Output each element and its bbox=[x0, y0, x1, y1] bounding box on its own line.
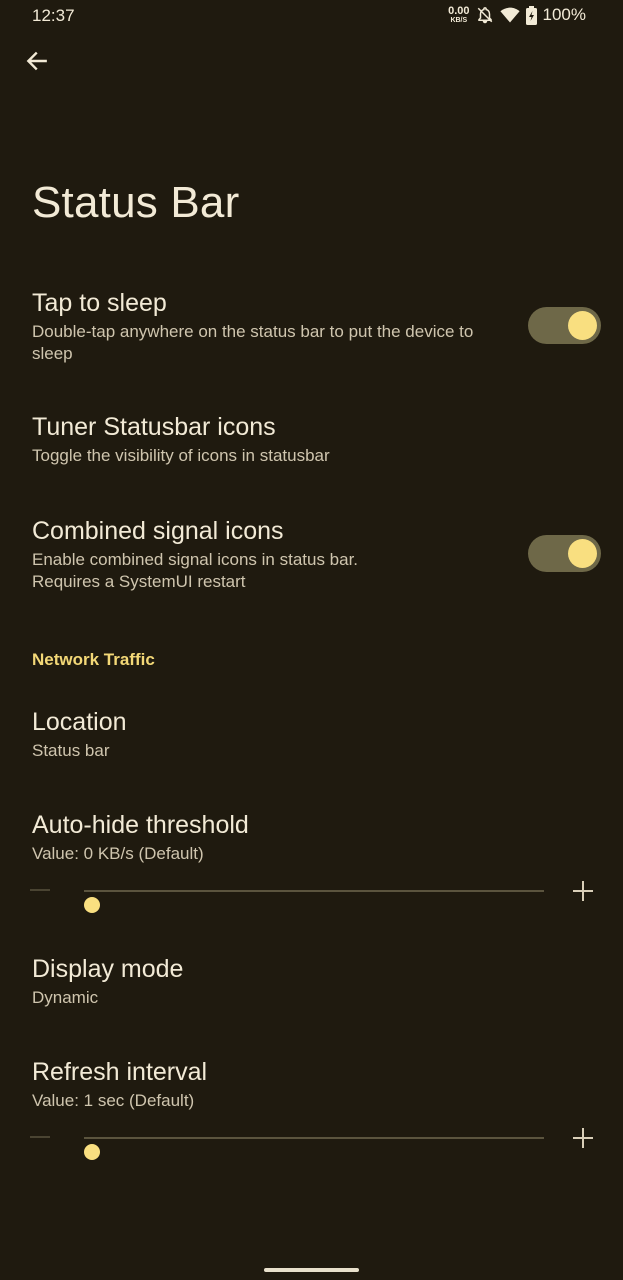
pref-location[interactable]: Location Status bar bbox=[32, 707, 601, 762]
pref-title: Display mode bbox=[32, 955, 184, 983]
back-button[interactable] bbox=[20, 46, 54, 80]
pref-combined-signal-icons[interactable]: Combined signal icons Enable combined si… bbox=[32, 516, 601, 593]
pref-title: Tuner Statusbar icons bbox=[32, 413, 276, 441]
pref-title: Combined signal icons bbox=[32, 517, 284, 545]
slider-track[interactable] bbox=[84, 890, 544, 913]
wifi-icon bbox=[499, 6, 520, 24]
pref-title: Refresh interval bbox=[32, 1058, 208, 1086]
minus-icon[interactable] bbox=[30, 1136, 50, 1138]
bell-off-icon bbox=[476, 6, 494, 24]
pref-tuner-statusbar-icons[interactable]: Tuner Statusbar icons Toggle the visibil… bbox=[32, 412, 601, 467]
system-status-bar: 12:37 0.00 KB/S 100% bbox=[0, 0, 623, 34]
pref-display-mode[interactable]: Display mode Dynamic bbox=[32, 954, 601, 1009]
pref-auto-hide-threshold[interactable]: Auto-hide threshold Value: 0 KB/s (Defau… bbox=[32, 810, 601, 865]
slider-thumb[interactable] bbox=[84, 1144, 100, 1160]
pref-summary: Enable combined signal icons in status b… bbox=[32, 550, 359, 591]
pref-summary: Value: 1 sec (Default) bbox=[32, 1091, 195, 1110]
pref-title: Location bbox=[32, 708, 127, 736]
switch-thumb bbox=[568, 311, 597, 340]
plus-icon[interactable] bbox=[571, 879, 595, 903]
gesture-nav-handle[interactable] bbox=[264, 1268, 359, 1272]
network-speed-value: 0.00 bbox=[448, 5, 470, 17]
settings-screen: 12:37 0.00 KB/S 100% Status Bar Tap to s… bbox=[0, 0, 623, 1280]
pref-title: Auto-hide threshold bbox=[32, 811, 249, 839]
pref-summary: Double-tap anywhere on the status bar to… bbox=[32, 322, 474, 363]
network-speed-unit: KB/S bbox=[450, 17, 468, 24]
battery-icon bbox=[525, 5, 537, 25]
refresh-interval-slider[interactable] bbox=[30, 1123, 601, 1160]
arrow-back-icon bbox=[24, 48, 50, 79]
pref-title: Tap to sleep bbox=[32, 289, 167, 317]
page-title: Status Bar bbox=[32, 178, 240, 227]
status-icons: 0.00 KB/S 100% bbox=[448, 5, 586, 25]
network-speed-indicator: 0.00 KB/S bbox=[448, 5, 470, 25]
section-header-network-traffic: Network Traffic bbox=[32, 650, 155, 669]
tap-to-sleep-switch[interactable] bbox=[528, 307, 601, 344]
pref-summary: Toggle the visibility of icons in status… bbox=[32, 446, 330, 465]
slider-track[interactable] bbox=[84, 1137, 544, 1160]
combined-signal-switch[interactable] bbox=[528, 535, 601, 572]
minus-icon[interactable] bbox=[30, 889, 50, 891]
clock: 12:37 bbox=[32, 6, 75, 25]
pref-refresh-interval[interactable]: Refresh interval Value: 1 sec (Default) bbox=[32, 1057, 601, 1112]
pref-tap-to-sleep[interactable]: Tap to sleep Double-tap anywhere on the … bbox=[32, 288, 601, 365]
pref-summary: Status bar bbox=[32, 741, 110, 760]
switch-thumb bbox=[568, 539, 597, 568]
pref-summary: Value: 0 KB/s (Default) bbox=[32, 844, 204, 863]
battery-percentage: 100% bbox=[542, 5, 586, 24]
pref-summary: Dynamic bbox=[32, 988, 99, 1007]
auto-hide-slider[interactable] bbox=[30, 876, 601, 913]
slider-thumb[interactable] bbox=[84, 897, 100, 913]
plus-icon[interactable] bbox=[571, 1126, 595, 1150]
